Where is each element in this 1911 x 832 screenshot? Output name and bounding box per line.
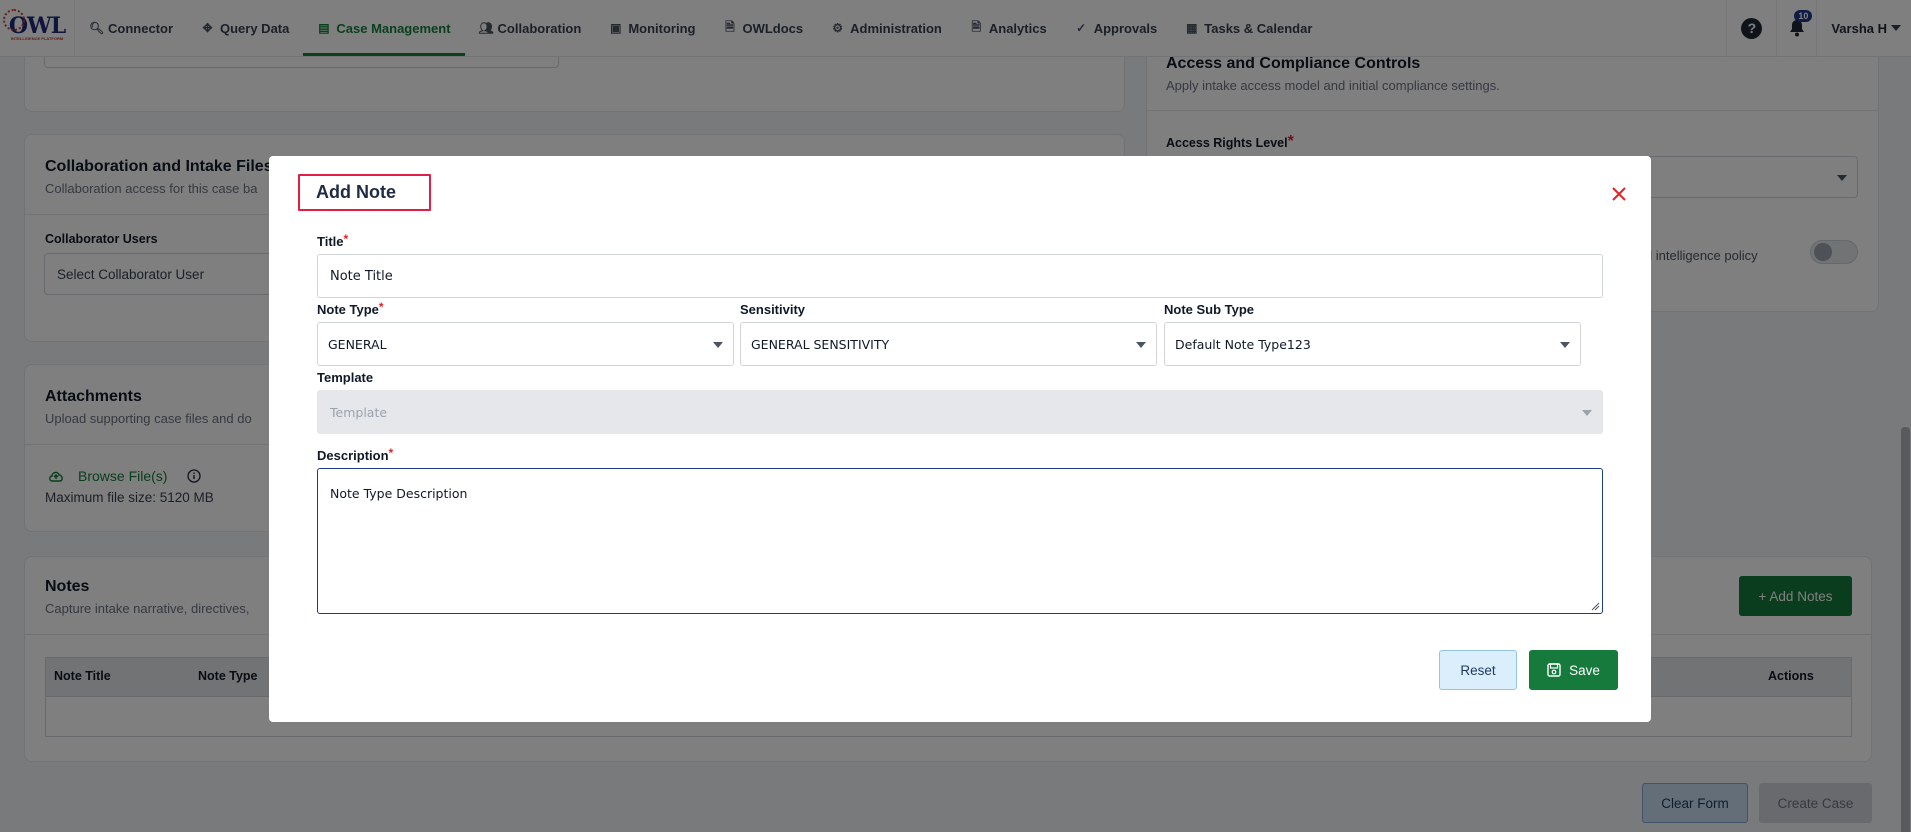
save-icon — [1547, 663, 1561, 677]
chevron-down-icon — [1582, 410, 1592, 416]
add-note-modal: Add Note Title* Note Title Note Type* GE… — [269, 156, 1651, 722]
sensitivity-value: GENERAL SENSITIVITY — [751, 336, 890, 352]
chevron-down-icon — [713, 342, 723, 348]
template-label: Template — [317, 370, 374, 385]
note-sub-type-value: Default Note Type123 — [1175, 336, 1311, 352]
close-icon[interactable] — [1611, 186, 1627, 202]
note-sub-type-select[interactable]: Default Note Type123 — [1164, 322, 1581, 366]
note-type-label-text: Note Type — [317, 302, 379, 317]
required-mark: * — [388, 446, 394, 460]
chevron-down-icon — [1136, 342, 1146, 348]
title-label-text: Title — [317, 234, 344, 249]
note-type-label: Note Type* — [317, 300, 384, 317]
save-label: Save — [1569, 662, 1600, 678]
required-mark: * — [343, 232, 349, 246]
save-button[interactable]: Save — [1529, 650, 1618, 690]
title-input[interactable]: Note Title — [317, 254, 1603, 298]
description-value: Note Type Description — [330, 486, 468, 501]
description-label-text: Description — [317, 448, 389, 463]
description-textarea[interactable]: Note Type Description — [317, 468, 1603, 614]
description-label: Description* — [317, 446, 394, 463]
modal-title: Add Note — [316, 182, 396, 202]
sensitivity-label: Sensitivity — [740, 302, 806, 317]
title-label: Title* — [317, 232, 349, 249]
note-sub-type-label: Note Sub Type — [1164, 302, 1255, 317]
modal-title-box: Add Note — [298, 174, 431, 211]
template-select[interactable]: Template — [317, 390, 1603, 434]
note-type-select[interactable]: GENERAL — [317, 322, 734, 366]
template-placeholder: Template — [330, 404, 388, 420]
reset-button[interactable]: Reset — [1439, 650, 1517, 690]
resize-grip-icon[interactable] — [1590, 601, 1600, 611]
chevron-down-icon — [1560, 342, 1570, 348]
required-mark: * — [378, 300, 384, 314]
sensitivity-select[interactable]: GENERAL SENSITIVITY — [740, 322, 1157, 366]
note-type-value: GENERAL — [328, 336, 387, 352]
